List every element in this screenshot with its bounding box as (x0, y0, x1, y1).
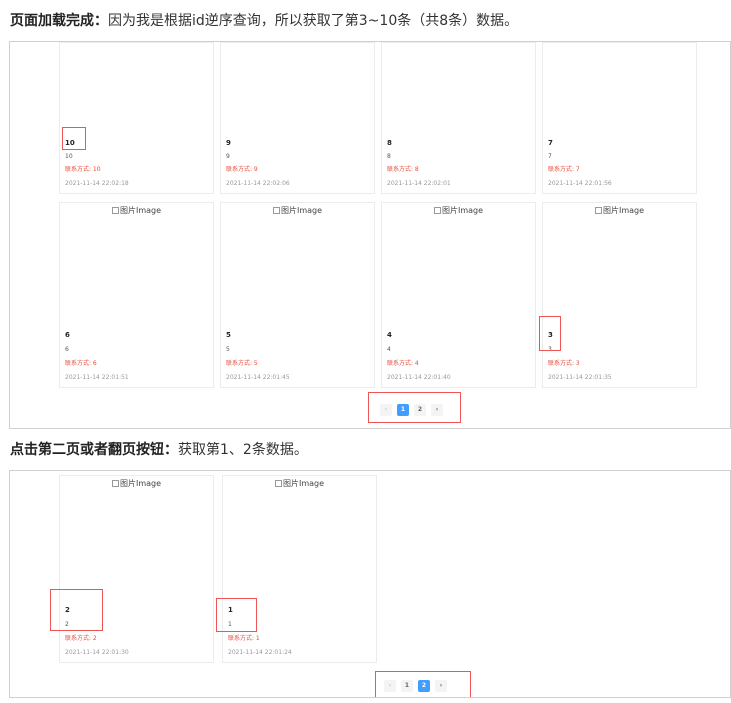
broken-image-icon (111, 480, 119, 487)
card-subtitle: 4 (387, 346, 391, 353)
card-title: 3 (548, 331, 553, 339)
screenshot-panel-1: 10 10 联系方式: 10 2021-11-14 22:02:18 9 9 联… (9, 41, 731, 429)
broken-image-icon (272, 207, 280, 214)
card-1[interactable]: 图片Image 1 1 联系方式: 1 2021-11-14 22:01:24 (222, 475, 377, 663)
prev-page-button[interactable]: ‹ (384, 680, 396, 692)
card-8[interactable]: 8 8 联系方式: 8 2021-11-14 22:02:01 (381, 42, 536, 194)
card-time: 2021-11-14 22:02:01 (387, 180, 451, 187)
card-contact: 联系方式: 5 (226, 360, 258, 367)
broken-image-icon (274, 480, 282, 487)
card-title: 2 (65, 606, 70, 614)
card-time: 2021-11-14 22:01:24 (228, 649, 292, 656)
card-subtitle: 10 (65, 153, 73, 160)
card-time: 2021-11-14 22:01:51 (65, 374, 129, 381)
card-title: 8 (387, 139, 392, 147)
broken-image-icon (111, 207, 119, 214)
card-subtitle: 5 (226, 346, 230, 353)
page-2-button[interactable]: 2 (418, 680, 430, 692)
card-time: 2021-11-14 22:01:35 (548, 374, 612, 381)
card-contact: 联系方式: 6 (65, 360, 97, 367)
card-10[interactable]: 10 10 联系方式: 10 2021-11-14 22:02:18 (59, 42, 214, 194)
section-1-heading-text: 因为我是根据id逆序查询，所以获取了第3~10条（共8条）数据。 (108, 13, 519, 29)
pagination: ‹ 1 2 › (384, 680, 447, 692)
card-title: 6 (65, 331, 70, 339)
card-time: 2021-11-14 22:02:06 (226, 180, 290, 187)
broken-image-icon (594, 207, 602, 214)
card-time: 2021-11-14 22:01:45 (226, 374, 290, 381)
card-subtitle: 2 (65, 621, 69, 628)
card-contact: 联系方式: 9 (226, 166, 258, 173)
broken-image-icon (433, 207, 441, 214)
image-placeholder: 图片Image (60, 205, 213, 217)
card-title: 1 (228, 606, 233, 614)
card-3[interactable]: 图片Image 3 3 联系方式: 3 2021-11-14 22:01:35 (542, 202, 697, 388)
page-1-button[interactable]: 1 (401, 680, 413, 692)
prev-page-button[interactable]: ‹ (380, 404, 392, 416)
card-subtitle: 1 (228, 621, 232, 628)
card-title: 7 (548, 139, 553, 147)
section-2-heading-text: 获取第1、2条数据。 (178, 442, 308, 458)
image-label: 图片Image (119, 206, 162, 215)
next-page-button[interactable]: › (435, 680, 447, 692)
section-2-heading-bold: 点击第二页或者翻页按钮： (10, 442, 178, 458)
card-time: 2021-11-14 22:01:56 (548, 180, 612, 187)
card-title: 9 (226, 139, 231, 147)
card-title: 5 (226, 331, 231, 339)
section-2-heading: 点击第二页或者翻页按钮：获取第1、2条数据。 (10, 441, 308, 459)
card-contact: 联系方式: 7 (548, 166, 580, 173)
card-title: 10 (65, 139, 75, 147)
card-5[interactable]: 图片Image 5 5 联系方式: 5 2021-11-14 22:01:45 (220, 202, 375, 388)
card-time: 2021-11-14 22:02:18 (65, 180, 129, 187)
image-label: 图片Image (441, 206, 484, 215)
image-label: 图片Image (602, 206, 645, 215)
card-time: 2021-11-14 22:01:40 (387, 374, 451, 381)
image-placeholder: 图片Image (382, 205, 535, 217)
card-subtitle: 8 (387, 153, 391, 160)
image-placeholder: 图片Image (221, 205, 374, 217)
next-page-button[interactable]: › (431, 404, 443, 416)
card-2[interactable]: 图片Image 2 2 联系方式: 2 2021-11-14 22:01:30 (59, 475, 214, 663)
image-label: 图片Image (119, 479, 162, 488)
card-4[interactable]: 图片Image 4 4 联系方式: 4 2021-11-14 22:01:40 (381, 202, 536, 388)
page-1-button[interactable]: 1 (397, 404, 409, 416)
card-time: 2021-11-14 22:01:30 (65, 649, 129, 656)
card-contact: 联系方式: 2 (65, 635, 97, 642)
card-contact: 联系方式: 10 (65, 166, 101, 173)
section-1-heading: 页面加载完成：因为我是根据id逆序查询，所以获取了第3~10条（共8条）数据。 (10, 12, 518, 30)
image-placeholder: 图片Image (223, 478, 376, 490)
card-9[interactable]: 9 9 联系方式: 9 2021-11-14 22:02:06 (220, 42, 375, 194)
image-placeholder: 图片Image (60, 478, 213, 490)
image-placeholder: 图片Image (543, 205, 696, 217)
image-label: 图片Image (282, 479, 325, 488)
page-2-button[interactable]: 2 (414, 404, 426, 416)
card-subtitle: 6 (65, 346, 69, 353)
card-contact: 联系方式: 4 (387, 360, 419, 367)
pagination: ‹ 1 2 › (380, 404, 443, 416)
card-subtitle: 9 (226, 153, 230, 160)
card-subtitle: 3 (548, 346, 552, 353)
card-contact: 联系方式: 8 (387, 166, 419, 173)
card-contact: 联系方式: 1 (228, 635, 260, 642)
image-label: 图片Image (280, 206, 323, 215)
card-contact: 联系方式: 3 (548, 360, 580, 367)
section-1-heading-bold: 页面加载完成： (10, 13, 108, 29)
card-6[interactable]: 图片Image 6 6 联系方式: 6 2021-11-14 22:01:51 (59, 202, 214, 388)
card-7[interactable]: 7 7 联系方式: 7 2021-11-14 22:01:56 (542, 42, 697, 194)
card-title: 4 (387, 331, 392, 339)
card-subtitle: 7 (548, 153, 552, 160)
screenshot-panel-2: 图片Image 2 2 联系方式: 2 2021-11-14 22:01:30 … (9, 470, 731, 698)
